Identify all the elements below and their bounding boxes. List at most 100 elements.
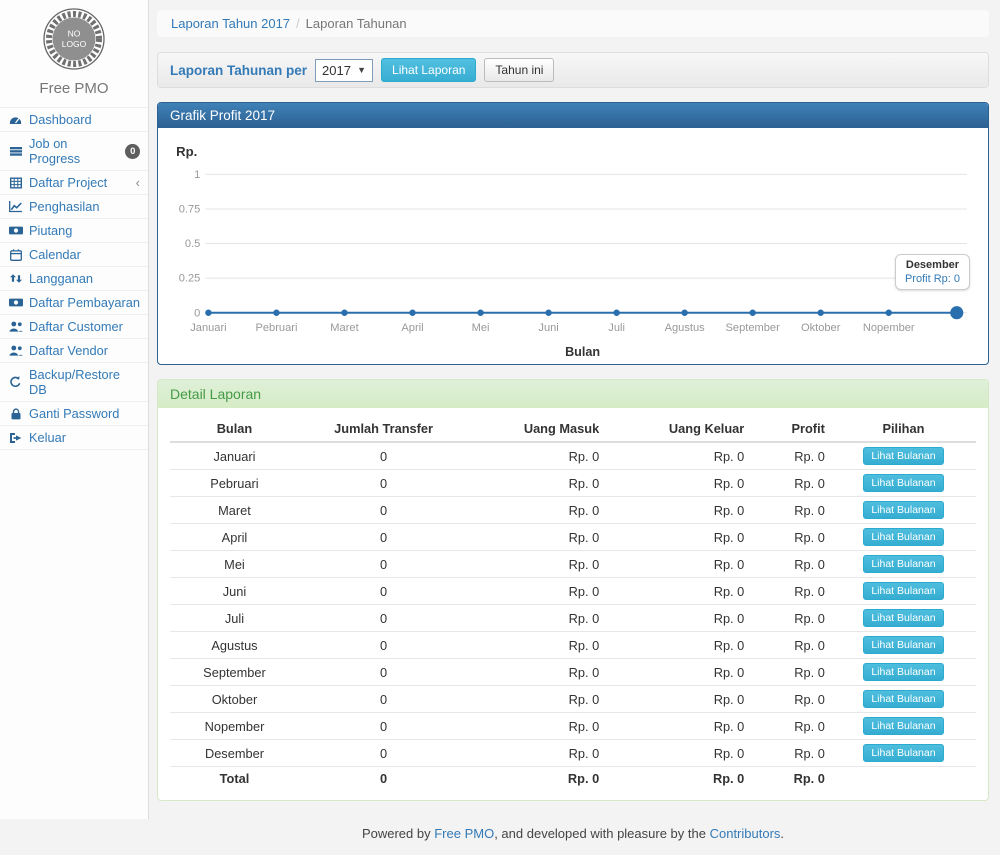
money-icon [8,225,23,236]
sidebar-item-penghasilan[interactable]: Penghasilan [0,194,148,218]
sidebar-item-langganan[interactable]: Langganan [0,266,148,290]
lihat-bulanan-button[interactable]: Lihat Bulanan [863,744,943,762]
svg-text:0.25: 0.25 [179,273,201,285]
sidebar-item-dashboard[interactable]: Dashboard [0,107,148,131]
lihat-bulanan-button[interactable]: Lihat Bulanan [863,663,943,681]
free-pmo-link[interactable]: Free PMO [434,826,494,841]
tahun-ini-button[interactable]: Tahun ini [484,58,554,82]
year-select[interactable]: 2017 ▼ [315,59,373,82]
sidebar-item-daftar-pembayaran[interactable]: Daftar Pembayaran [0,290,148,314]
cell-profit: Rp. 0 [750,632,831,659]
svg-text:September: September [726,322,781,334]
lihat-bulanan-button[interactable]: Lihat Bulanan [863,528,943,546]
count-badge: 0 [125,144,140,159]
lihat-bulanan-button[interactable]: Lihat Bulanan [863,501,943,519]
cell-uang-keluar: Rp. 0 [605,740,750,767]
lihat-bulanan-button[interactable]: Lihat Bulanan [863,636,943,654]
lihat-bulanan-button[interactable]: Lihat Bulanan [863,555,943,573]
footer-text: Powered by [362,826,431,841]
year-report-heading: Laporan Tahunan per 2017 ▼ Lihat Laporan… [158,53,988,87]
sidebar-item-daftar-project[interactable]: Daftar Project‹ [0,170,148,194]
users-icon [8,321,23,332]
detail-report-table-wrap: Bulan Jumlah Transfer Uang Masuk Uang Ke… [158,408,988,800]
table-row: Juli0Rp. 0Rp. 0Rp. 0Lihat Bulanan [170,605,976,632]
col-uang-masuk: Uang Masuk [468,416,605,442]
lihat-laporan-button[interactable]: Lihat Laporan [381,58,476,82]
table-row: Mei0Rp. 0Rp. 0Rp. 0Lihat Bulanan [170,551,976,578]
breadcrumb: Laporan Tahun 2017/Laporan Tahunan [157,10,989,37]
cell-bulan: Agustus [170,632,299,659]
cell-uang-keluar: Rp. 0 [605,524,750,551]
sidebar-item-label: Calendar [29,247,81,262]
money-icon [8,297,23,308]
cell-bulan: Pebruari [170,470,299,497]
tooltip-month: Desember [905,259,960,271]
svg-text:Nopember: Nopember [863,322,915,334]
retweet-icon [8,273,23,284]
breadcrumb-link[interactable]: Laporan Tahun 2017 [171,16,290,31]
cell-profit: Rp. 0 [750,740,831,767]
svg-text:Agustus: Agustus [665,322,706,334]
lihat-bulanan-button[interactable]: Lihat Bulanan [863,717,943,735]
col-uang-keluar: Uang Keluar [605,416,750,442]
detail-report-table: Bulan Jumlah Transfer Uang Masuk Uang Ke… [170,416,976,790]
cell-bulan: Desember [170,740,299,767]
detail-report-title: Detail Laporan [158,380,988,408]
lihat-bulanan-button[interactable]: Lihat Bulanan [863,690,943,708]
main-content: Laporan Tahun 2017/Laporan Tahunan Lapor… [149,0,1000,819]
cell-profit: Rp. 0 [750,713,831,740]
svg-text:1: 1 [194,169,200,181]
sidebar-item-piutang[interactable]: Piutang [0,218,148,242]
cell-uang-keluar: Rp. 0 [605,578,750,605]
cell-bulan: Nopember [170,713,299,740]
lihat-bulanan-button[interactable]: Lihat Bulanan [863,609,943,627]
app-window: NO LOGO Free PMO DashboardJob on Progres… [0,0,1000,819]
tasks-icon [8,145,23,157]
sign-out-icon [8,432,23,444]
cell-bulan: Maret [170,497,299,524]
svg-text:Rp.: Rp. [176,144,197,159]
profit-line-chart[interactable]: Rp.00.250.50.751JanuariPebruariMaretApri… [158,128,988,364]
cell-jumlah-transfer: 0 [299,442,468,470]
sidebar-item-daftar-customer[interactable]: Daftar Customer [0,314,148,338]
col-bulan: Bulan [170,416,299,442]
cell-bulan: Juli [170,605,299,632]
sidebar-item-job-on-progress[interactable]: Job on Progress0 [0,131,148,170]
lihat-bulanan-button[interactable]: Lihat Bulanan [863,447,943,465]
contributors-link[interactable]: Contributors [710,826,781,841]
sidebar-item-backup-restore-db[interactable]: Backup/Restore DB [0,362,148,401]
tooltip-value: Profit Rp: 0 [905,273,960,285]
sidebar-item-calendar[interactable]: Calendar [0,242,148,266]
cell-jumlah-transfer: 0 [299,551,468,578]
lock-icon [8,408,23,420]
sidebar-item-keluar[interactable]: Keluar [0,425,148,450]
sidebar-item-label: Daftar Vendor [29,343,108,358]
col-profit: Profit [750,416,831,442]
sidebar-item-label: Backup/Restore DB [29,367,140,397]
cell-uang-masuk: Rp. 0 [468,524,605,551]
cell-uang-keluar: Rp. 0 [605,470,750,497]
sidebar-item-daftar-vendor[interactable]: Daftar Vendor [0,338,148,362]
lihat-bulanan-button[interactable]: Lihat Bulanan [863,474,943,492]
cell-uang-masuk: Rp. 0 [468,497,605,524]
cell-uang-masuk: Rp. 0 [468,686,605,713]
table-row: Januari0Rp. 0Rp. 0Rp. 0Lihat Bulanan [170,442,976,470]
cell-profit: Rp. 0 [750,442,831,470]
cell-uang-masuk: Rp. 0 [468,632,605,659]
total-uang-masuk: Rp. 0 [468,767,605,791]
sidebar-item-ganti-password[interactable]: Ganti Password [0,401,148,425]
cell-profit: Rp. 0 [750,524,831,551]
breadcrumb-current: Laporan Tahunan [306,16,407,31]
total-label: Total [170,767,299,791]
chart-panel-title: Grafik Profit 2017 [158,103,988,128]
year-report-label: Laporan Tahunan per [170,63,307,78]
sidebar-item-label: Keluar [29,430,66,445]
cell-uang-masuk: Rp. 0 [468,713,605,740]
table-icon [8,177,23,189]
lihat-bulanan-button[interactable]: Lihat Bulanan [863,582,943,600]
sidebar-menu: DashboardJob on Progress0Daftar Project‹… [0,107,148,450]
cell-profit: Rp. 0 [750,686,831,713]
cell-profit: Rp. 0 [750,605,831,632]
chevron-down-icon: ▼ [357,65,366,75]
cell-jumlah-transfer: 0 [299,740,468,767]
